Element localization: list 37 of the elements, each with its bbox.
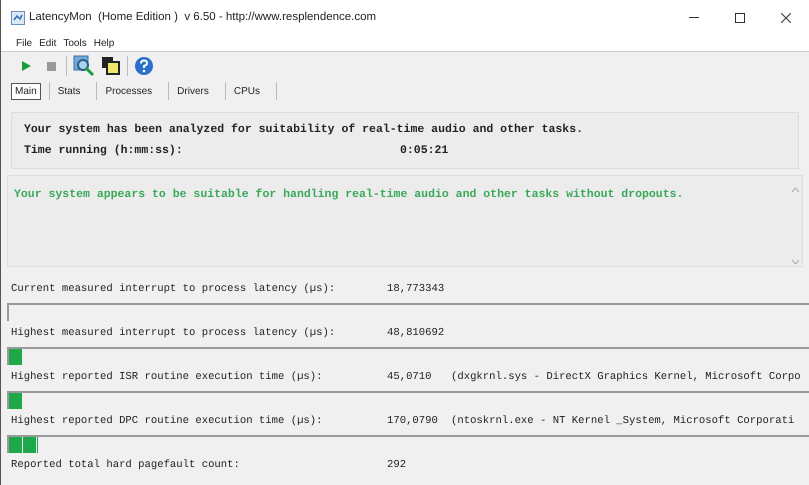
metric-label: Reported total hard pagefault count:	[11, 458, 241, 473]
metric-value: 170,0790	[387, 414, 439, 429]
metric-label: Highest reported DPC routine execution time (µs):	[11, 414, 324, 429]
minimize-icon	[689, 17, 699, 18]
metric-value: 292	[387, 458, 408, 473]
stop-icon[interactable]	[47, 62, 56, 70]
close-icon	[781, 12, 791, 22]
metric-value: 45,0710	[387, 370, 433, 385]
metric-value: 48,810692	[387, 326, 446, 341]
menu-item[interactable]: File	[16, 36, 32, 50]
menu-item[interactable]: Tools	[63, 36, 87, 50]
scroll-down-icon[interactable]	[792, 260, 798, 264]
metric-detail: (ntoskrnl.exe - NT Kernel _System, Microsoft Corporati	[451, 414, 794, 429]
play-icon[interactable]	[21, 61, 31, 71]
metric-detail: (dxgkrnl.sys - DirectX Graphics Kernel, Microsoft Corpo	[451, 370, 801, 385]
time-value: 0:05:21	[400, 143, 448, 160]
tab[interactable]: Stats	[50, 82, 88, 100]
metric-label: Current measured interrupt to process latency (µs):	[11, 282, 336, 297]
app-icon	[11, 10, 25, 24]
tab[interactable]: Processes	[97, 82, 160, 100]
menu-item[interactable]: Edit	[39, 36, 56, 50]
magnifier-icon[interactable]	[73, 55, 95, 77]
summary-text: Your system has been analyzed for suitability of real-time audio and other tasks.	[24, 122, 584, 138]
metric-value: 18,773343	[387, 282, 446, 297]
help-icon[interactable]	[134, 56, 154, 76]
menu-item[interactable]: Help	[94, 36, 114, 50]
window-title: LatencyMon (Home Edition ) v 6.50 - http://www.resplendence.com	[29, 10, 376, 25]
metric-label: Highest measured interrupt to process latency (µs):	[11, 326, 336, 341]
tab[interactable]: Main	[11, 82, 41, 100]
tab[interactable]: CPUs	[226, 82, 268, 100]
windows-icon[interactable]	[101, 56, 121, 76]
scroll-up-icon[interactable]	[792, 188, 798, 192]
verdict-text: Your system appears to be suitable for handling real-time audio and other tasks without dropouts.	[14, 186, 684, 202]
time-label: Time running (h:mm:ss):	[24, 143, 184, 160]
maximize-icon	[735, 12, 745, 22]
metric-label: Highest reported ISR routine execution time (µs):	[11, 370, 324, 385]
tab[interactable]: Drivers	[169, 82, 217, 100]
